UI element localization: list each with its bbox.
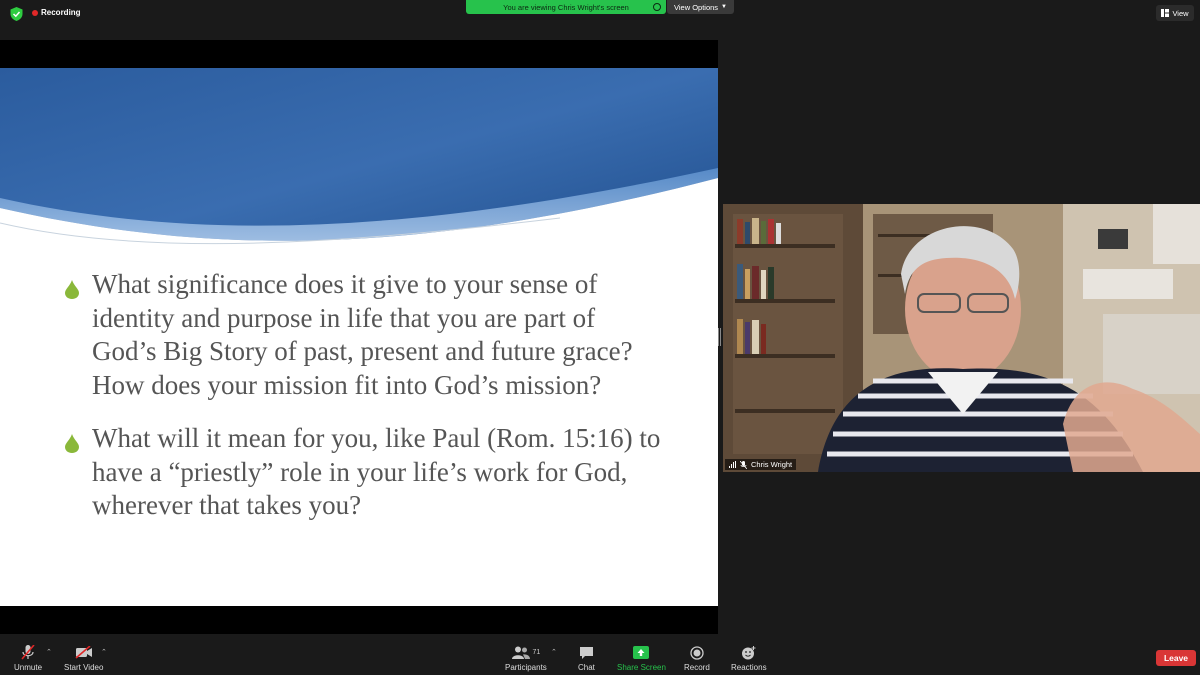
- video-options-caret[interactable]: ⌃: [101, 648, 107, 656]
- recording-dot-icon: [32, 9, 38, 16]
- participant-video[interactable]: Chris Wright: [723, 204, 1200, 472]
- start-video-label: Start Video: [64, 663, 104, 672]
- unmute-label: Unmute: [14, 663, 43, 672]
- top-bar: Recording You are viewing Chris Wright's…: [0, 0, 1200, 40]
- share-screen-label: Share Screen: [617, 663, 666, 672]
- slide-bullet-text: What will it mean for you, like Paul (Ro…: [92, 423, 661, 520]
- shield-icon[interactable]: [10, 7, 23, 21]
- record-icon: [690, 645, 704, 660]
- view-button[interactable]: View: [1156, 5, 1194, 21]
- participants-label: Participants: [505, 663, 547, 672]
- presentation-slide: What significance does it give to your s…: [0, 68, 718, 606]
- shared-screen: What significance does it give to your s…: [0, 40, 718, 634]
- slide-header-wave: [0, 68, 718, 268]
- green-drop-icon: [65, 280, 79, 299]
- participant-video-frame: [723, 204, 1200, 472]
- video-off-icon: [75, 646, 92, 659]
- participants-icon: [511, 646, 530, 659]
- participants-count: 71: [532, 649, 541, 656]
- viewing-banner: You are viewing Chris Wright's screen: [466, 0, 666, 14]
- grid-view-icon: [1161, 9, 1170, 17]
- recording-label: Recording: [41, 8, 81, 17]
- record-label: Record: [684, 663, 710, 672]
- viewing-banner-text: You are viewing Chris Wright's screen: [503, 2, 629, 12]
- view-options-label: View Options: [673, 2, 719, 12]
- chat-button[interactable]: Chat: [578, 645, 595, 672]
- slide-bullet-text: What significance does it give to your s…: [92, 269, 633, 400]
- unmute-button[interactable]: Unmute: [14, 645, 42, 672]
- participants-options-caret[interactable]: ⌃: [551, 648, 557, 656]
- info-icon[interactable]: [653, 3, 661, 11]
- split-divider-handle[interactable]: [718, 328, 722, 346]
- chevron-down-icon: ▼: [721, 4, 727, 10]
- smiley-icon: [742, 645, 756, 659]
- signal-strength-icon: [729, 461, 736, 468]
- meeting-toolbar: Unmute ⌃ Start Video ⌃ 71 Participants ⌃…: [0, 641, 1200, 675]
- participant-name: Chris Wright: [751, 460, 793, 469]
- share-screen-icon: [633, 646, 650, 659]
- audio-options-caret[interactable]: ⌃: [46, 648, 52, 656]
- start-video-button[interactable]: Start Video: [64, 645, 103, 672]
- recording-indicator[interactable]: Recording: [32, 8, 81, 17]
- chat-icon: [579, 646, 593, 659]
- reactions-label: Reactions: [731, 663, 767, 672]
- slide-bullets: What significance does it give to your s…: [64, 268, 664, 543]
- record-button[interactable]: Record: [684, 645, 710, 672]
- leave-button[interactable]: Leave: [1156, 650, 1196, 666]
- reactions-button[interactable]: Reactions: [731, 645, 767, 672]
- slide-bullet: What significance does it give to your s…: [64, 268, 664, 402]
- view-options-button[interactable]: View Options ▼: [667, 0, 734, 14]
- green-drop-icon: [65, 434, 79, 453]
- view-label: View: [1172, 8, 1189, 18]
- share-screen-button[interactable]: Share Screen: [617, 645, 666, 672]
- muted-microphone-icon: [21, 645, 35, 660]
- slide-bullet: What will it mean for you, like Paul (Ro…: [64, 422, 664, 523]
- participants-button[interactable]: 71 Participants: [505, 645, 547, 672]
- muted-mic-icon: [740, 460, 747, 469]
- chat-label: Chat: [578, 663, 595, 672]
- participant-name-tag: Chris Wright: [725, 459, 797, 470]
